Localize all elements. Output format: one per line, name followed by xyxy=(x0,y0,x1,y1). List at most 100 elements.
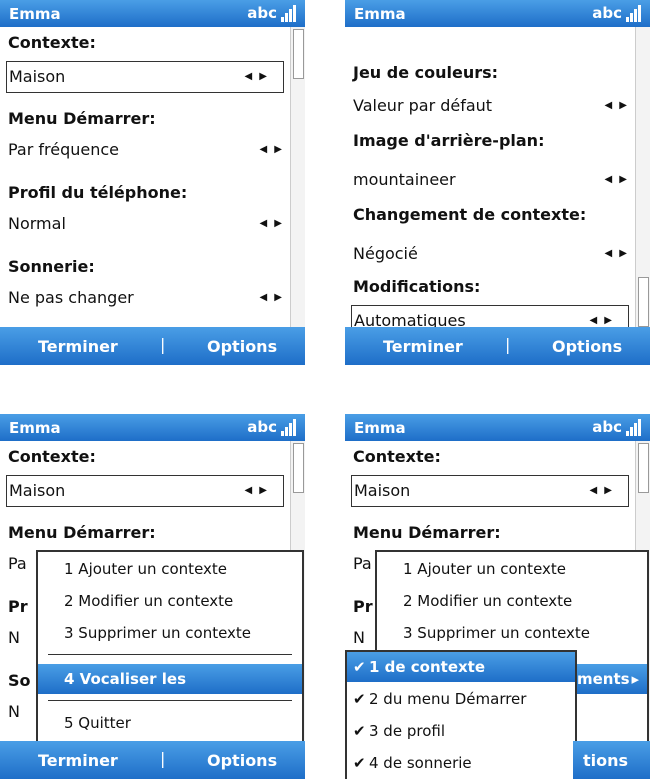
field-label: Jeu de couleurs: xyxy=(353,63,499,82)
menu-item-delete-context[interactable]: 3 Supprimer un contexte xyxy=(377,618,647,648)
field-value: Maison xyxy=(354,481,411,500)
submenu-item-profile[interactable]: ✔ 3 de profil xyxy=(347,716,575,746)
left-softkey[interactable]: Terminer xyxy=(383,337,463,356)
softkey-divider: | xyxy=(505,335,511,354)
menu-item-vocalize-changes[interactable]: 4 Vocaliser les changements ▸ xyxy=(38,664,302,718)
softkey-divider: | xyxy=(160,749,166,768)
field-label: Contexte: xyxy=(353,447,441,466)
status-area: abc xyxy=(247,418,297,436)
left-softkey[interactable]: Terminer xyxy=(38,337,118,356)
title-bar: Emma abc xyxy=(0,414,305,441)
input-mode: abc xyxy=(247,418,277,436)
check-icon: ✔ xyxy=(353,658,366,676)
status-area: abc xyxy=(592,4,642,22)
submenu-item-label: 3 de profil xyxy=(369,722,445,740)
screen-1: Emma abc Contexte: Maison ◀ ▶ Menu Démar… xyxy=(0,0,305,365)
check-icon: ✔ xyxy=(353,754,366,772)
field-value: Par fréquence xyxy=(8,140,120,159)
softkey-bar: Terminer | Options xyxy=(0,741,305,779)
profile-select[interactable]: Normal ◀ ▶ xyxy=(0,209,298,239)
scrollbar[interactable] xyxy=(290,27,305,327)
context-select[interactable]: Maison ◀ ▶ xyxy=(6,475,284,507)
color-scheme-select[interactable]: Valeur par défaut ◀ ▶ xyxy=(345,91,643,121)
field-label: Profil du téléphone: xyxy=(8,183,188,202)
scroll-thumb[interactable] xyxy=(638,443,649,493)
scroll-thumb[interactable] xyxy=(293,29,304,79)
left-right-arrows-icon: ◀ ▶ xyxy=(259,292,284,303)
signal-icon xyxy=(281,4,297,22)
softkey-bar: Terminer | Options xyxy=(345,327,650,365)
left-softkey[interactable]: Terminer xyxy=(38,751,118,770)
signal-icon xyxy=(281,418,297,436)
right-softkey[interactable]: Options xyxy=(552,337,622,356)
app-title: Emma xyxy=(9,419,61,437)
field-label: Image d'arrière-plan: xyxy=(353,131,545,150)
scrollbar[interactable] xyxy=(635,27,650,327)
left-right-arrows-icon: ◀ ▶ xyxy=(604,248,629,259)
submenu-arrow-icon: ▸ xyxy=(631,670,639,688)
field-value: Maison xyxy=(9,67,66,86)
field-value: Valeur par défaut xyxy=(353,96,493,115)
right-softkey[interactable]: Options xyxy=(207,751,277,770)
status-area: abc xyxy=(592,418,642,436)
vocalize-submenu: ✔ 1 de contexte ✔ 2 du menu Démarrer ✔ 3 de… xyxy=(345,650,577,779)
left-right-arrows-icon: ◀ ▶ xyxy=(259,218,284,229)
context-select[interactable]: Maison ◀ ▶ xyxy=(351,475,629,507)
scroll-thumb[interactable] xyxy=(293,443,304,493)
menu-item-edit-context[interactable]: 2 Modifier un contexte xyxy=(38,586,302,616)
settings-list: Contexte: Maison ◀ ▶ Menu Démarrer: Par … xyxy=(0,27,290,327)
ringtone-select[interactable]: Ne pas changer ◀ ▶ xyxy=(0,283,298,313)
submenu-item-label: 2 du menu Démarrer xyxy=(369,690,527,708)
right-softkey[interactable]: Options xyxy=(207,337,277,356)
signal-icon xyxy=(626,4,642,22)
left-right-arrows-icon: ◀ ▶ xyxy=(589,485,614,496)
input-mode: abc xyxy=(247,4,277,22)
title-bar: Emma abc xyxy=(345,414,650,441)
menu-item-edit-context[interactable]: 2 Modifier un contexte xyxy=(377,586,647,616)
left-right-arrows-icon: ◀ ▶ xyxy=(259,144,284,155)
menu-item-add-context[interactable]: 1 Ajouter un contexte xyxy=(377,554,647,584)
signal-icon xyxy=(626,418,642,436)
menu-item-add-context[interactable]: 1 Ajouter un contexte xyxy=(38,554,302,584)
left-right-arrows-icon: ◀ ▶ xyxy=(604,100,629,111)
right-softkey[interactable]: tions xyxy=(583,751,628,770)
field-label: Contexte: xyxy=(8,447,96,466)
status-area: abc xyxy=(247,4,297,22)
menu-divider xyxy=(48,700,292,701)
menu-item-label: ments xyxy=(577,670,630,688)
submenu-item-ringtone[interactable]: ✔ 4 de sonnerie xyxy=(347,748,575,778)
context-change-select[interactable]: Négocié ◀ ▶ xyxy=(345,239,643,269)
submenu-item-context[interactable]: ✔ 1 de contexte xyxy=(347,652,575,682)
submenu-item-start-menu[interactable]: ✔ 2 du menu Démarrer xyxy=(347,684,575,714)
background-image-select[interactable]: mountaineer ◀ ▶ xyxy=(345,165,643,195)
check-icon: ✔ xyxy=(353,690,366,708)
start-menu-select[interactable]: Par fréquence ◀ ▶ xyxy=(0,135,298,165)
options-menu: 1 Ajouter un contexte 2 Modifier un cont… xyxy=(36,550,304,746)
context-select[interactable]: Maison ◀ ▶ xyxy=(6,61,284,93)
field-label: Changement de contexte: xyxy=(353,205,587,224)
softkey-bar: tions xyxy=(573,741,650,779)
screen-2: Emma abc Jeu de couleurs: Valeur par déf… xyxy=(345,0,650,365)
screen-4: Emma abc Contexte: Maison ◀ ▶ Menu Démar… xyxy=(345,414,650,779)
menu-item-quit[interactable]: 5 Quitter xyxy=(38,708,302,738)
menu-item-delete-context[interactable]: 3 Supprimer un contexte xyxy=(38,618,302,648)
field-value: Normal xyxy=(8,214,66,233)
softkey-divider: | xyxy=(160,335,166,354)
field-label: Menu Démarrer: xyxy=(353,523,501,542)
left-right-arrows-icon: ◀ ▶ xyxy=(244,485,269,496)
left-right-arrows-icon: ◀ ▶ xyxy=(244,71,269,82)
field-label: Modifications: xyxy=(353,277,481,296)
softkey-bar: Terminer | Options xyxy=(0,327,305,365)
scroll-thumb[interactable] xyxy=(638,277,649,327)
input-mode: abc xyxy=(592,418,622,436)
field-value: Ne pas changer xyxy=(8,288,134,307)
field-value: Négocié xyxy=(353,244,418,263)
input-mode: abc xyxy=(592,4,622,22)
field-value: Maison xyxy=(9,481,66,500)
left-right-arrows-icon: ◀ ▶ xyxy=(604,174,629,185)
title-bar: Emma abc xyxy=(345,0,650,27)
field-label: Sonnerie: xyxy=(8,257,95,276)
field-label: Menu Démarrer: xyxy=(8,109,156,128)
field-label: Contexte: xyxy=(8,33,96,52)
field-value: mountaineer xyxy=(353,170,456,189)
